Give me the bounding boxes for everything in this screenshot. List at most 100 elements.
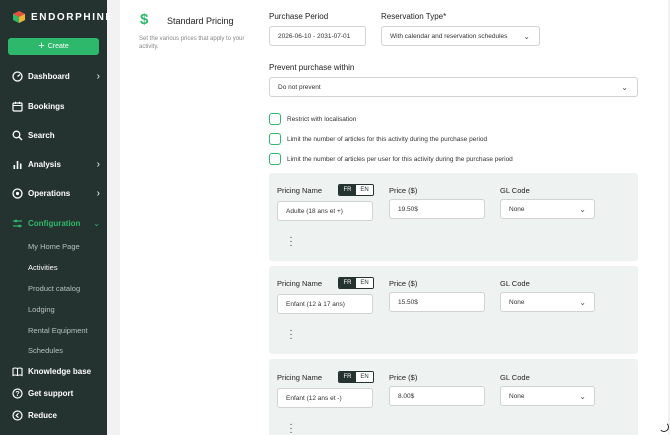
more-options-icon[interactable]: · · · xyxy=(288,420,294,435)
language-toggle[interactable]: FR EN xyxy=(338,371,374,383)
purchase-period-value: 2026-06-10 - 2031-07-01 xyxy=(278,32,351,40)
sidebar-item-bookings[interactable]: Bookings xyxy=(12,101,100,112)
lang-fr[interactable]: FR xyxy=(339,372,356,382)
price-input[interactable]: 8.00$ xyxy=(389,386,485,406)
checkbox-limit-articles-activity[interactable]: Limit the number of articles for this ac… xyxy=(269,133,487,145)
sidebar-item-dashboard[interactable]: Dashboard › xyxy=(12,71,100,82)
brand-name: ENDORPHINE xyxy=(31,11,114,23)
sidebar-item-label: Operations xyxy=(28,189,71,198)
lang-fr[interactable]: FR xyxy=(339,185,356,195)
gl-code-label: GL Code xyxy=(500,373,530,382)
more-options-icon[interactable]: · · · xyxy=(288,233,294,251)
sidebar-item-label: Search xyxy=(28,131,55,140)
checkbox[interactable] xyxy=(269,113,281,125)
price-value: 19.50$ xyxy=(398,205,418,213)
pricing-name-value: Enfant (12 ans et -) xyxy=(286,394,342,402)
lang-fr[interactable]: FR xyxy=(339,278,356,288)
search-icon xyxy=(12,130,23,141)
sidebar-item-label: Bookings xyxy=(28,102,65,111)
reservation-type-label: Reservation Type* xyxy=(381,12,447,21)
section-description: Set the various prices that apply to you… xyxy=(139,36,245,50)
prevent-purchase-label: Prevent purchase within xyxy=(269,63,355,72)
section-title: Standard Pricing xyxy=(167,16,234,26)
chevron-down-icon: ⌄ xyxy=(579,392,586,401)
gl-code-value: None xyxy=(509,205,525,213)
sidebar-item-search[interactable]: Search xyxy=(12,130,100,141)
reservation-type-value: With calendar and reservation schedules xyxy=(390,32,508,40)
checkbox[interactable] xyxy=(269,133,281,145)
gl-code-select[interactable]: None ⌄ xyxy=(500,292,595,312)
purchase-period-input[interactable]: 2026-06-10 - 2031-07-01 xyxy=(269,26,366,46)
subnav-item-activities[interactable]: Activities xyxy=(28,263,58,272)
sidebar-item-label: Dashboard xyxy=(28,72,70,81)
checkbox[interactable] xyxy=(269,153,281,165)
subnav-item-lodging[interactable]: Lodging xyxy=(28,305,55,314)
checkbox-restrict-localisation[interactable]: Restrict with localisation xyxy=(269,113,356,125)
checkbox-label: Restrict with localisation xyxy=(287,115,357,123)
sidebar-item-reduce[interactable]: Reduce xyxy=(12,410,100,421)
language-toggle[interactable]: FR EN xyxy=(338,184,374,196)
sidebar-item-configuration[interactable]: Configuration ⌄ xyxy=(12,218,100,229)
price-input[interactable]: 15.50$ xyxy=(389,292,485,312)
chevron-right-icon: › xyxy=(96,159,100,170)
pricing-name-input[interactable]: Enfant (12 à 17 ans) xyxy=(277,294,373,314)
pricing-name-value: Enfant (12 à 17 ans) xyxy=(286,300,345,308)
sidebar-item-get-support[interactable]: ? Get support xyxy=(12,388,100,399)
subnav-item-schedules[interactable]: Schedules xyxy=(28,346,63,353)
calendar-icon xyxy=(12,101,23,112)
brand[interactable]: ENDORPHINE xyxy=(12,10,114,24)
chevron-down-icon: ⌄ xyxy=(93,219,100,228)
create-label: Create xyxy=(47,43,69,50)
svg-text:?: ? xyxy=(15,391,19,398)
language-toggle[interactable]: FR EN xyxy=(338,277,374,289)
purchase-period-label: Purchase Period xyxy=(269,12,329,21)
more-options-icon[interactable]: · · · xyxy=(288,326,294,344)
sliders-icon xyxy=(12,218,23,229)
gl-code-label: GL Code xyxy=(500,186,530,195)
pricing-card: Pricing Name FR EN Price ($) GL Code Adu… xyxy=(269,173,638,261)
price-value: 15.50$ xyxy=(398,298,418,306)
chevron-right-icon: › xyxy=(96,188,100,199)
price-input[interactable]: 19.50$ xyxy=(389,199,485,219)
chevron-down-icon: ⌄ xyxy=(579,205,586,214)
chevron-right-icon: › xyxy=(96,71,100,82)
subnav-item-rental-equipment[interactable]: Rental Equipment xyxy=(28,326,88,335)
pricing-name-label: Pricing Name xyxy=(277,186,323,195)
gl-code-label: GL Code xyxy=(500,279,530,288)
checkbox-label: Limit the number of articles for this ac… xyxy=(287,135,488,143)
sidebar-item-knowledge-base[interactable]: Knowledge base xyxy=(12,366,100,377)
sidebar-item-analysis[interactable]: Analysis › xyxy=(12,159,100,170)
gl-code-select[interactable]: None ⌄ xyxy=(500,199,595,219)
dollar-icon: $ xyxy=(140,11,149,28)
reservation-type-select[interactable]: With calendar and reservation schedules … xyxy=(381,26,540,46)
lang-en[interactable]: EN xyxy=(356,278,373,288)
checkbox-label: Limit the number of articles per user fo… xyxy=(287,155,513,163)
price-label: Price ($) xyxy=(389,279,418,288)
operations-icon xyxy=(12,188,23,199)
sidebar-item-label: Configuration xyxy=(28,219,81,228)
price-label: Price ($) xyxy=(389,373,418,382)
chevron-down-icon: ⌄ xyxy=(523,32,530,41)
sidebar-item-operations[interactable]: Operations › xyxy=(12,188,100,199)
help-icon: ? xyxy=(12,388,23,399)
create-button[interactable]: + Create xyxy=(8,38,99,55)
collapse-icon xyxy=(12,410,23,421)
logo-icon xyxy=(13,11,25,23)
subnav-item-my-home-page[interactable]: My Home Page xyxy=(28,242,80,251)
lang-en[interactable]: EN xyxy=(356,372,373,382)
checkbox-limit-articles-user[interactable]: Limit the number of articles per user fo… xyxy=(269,153,513,165)
pricing-name-value: Adulte (18 ans et +) xyxy=(286,207,343,215)
prevent-purchase-select[interactable]: Do not prevent ⌄ xyxy=(269,77,638,97)
pricing-name-input[interactable]: Adulte (18 ans et +) xyxy=(277,201,373,221)
gl-code-select[interactable]: None ⌄ xyxy=(500,386,595,406)
pricing-name-input[interactable]: Enfant (12 ans et -) xyxy=(277,388,373,408)
price-label: Price ($) xyxy=(389,186,418,195)
sidebar: ENDORPHINE + Create Dashboard › Bookings… xyxy=(0,0,112,435)
sidebar-item-label: Get support xyxy=(28,389,74,398)
pricing-name-label: Pricing Name xyxy=(277,373,323,382)
price-value: 8.00$ xyxy=(398,392,415,400)
lang-en[interactable]: EN xyxy=(356,185,373,195)
subnav-item-product-catalog[interactable]: Product catalog xyxy=(28,284,80,293)
sidebar-item-label: Analysis xyxy=(28,160,61,169)
book-icon xyxy=(12,366,23,377)
